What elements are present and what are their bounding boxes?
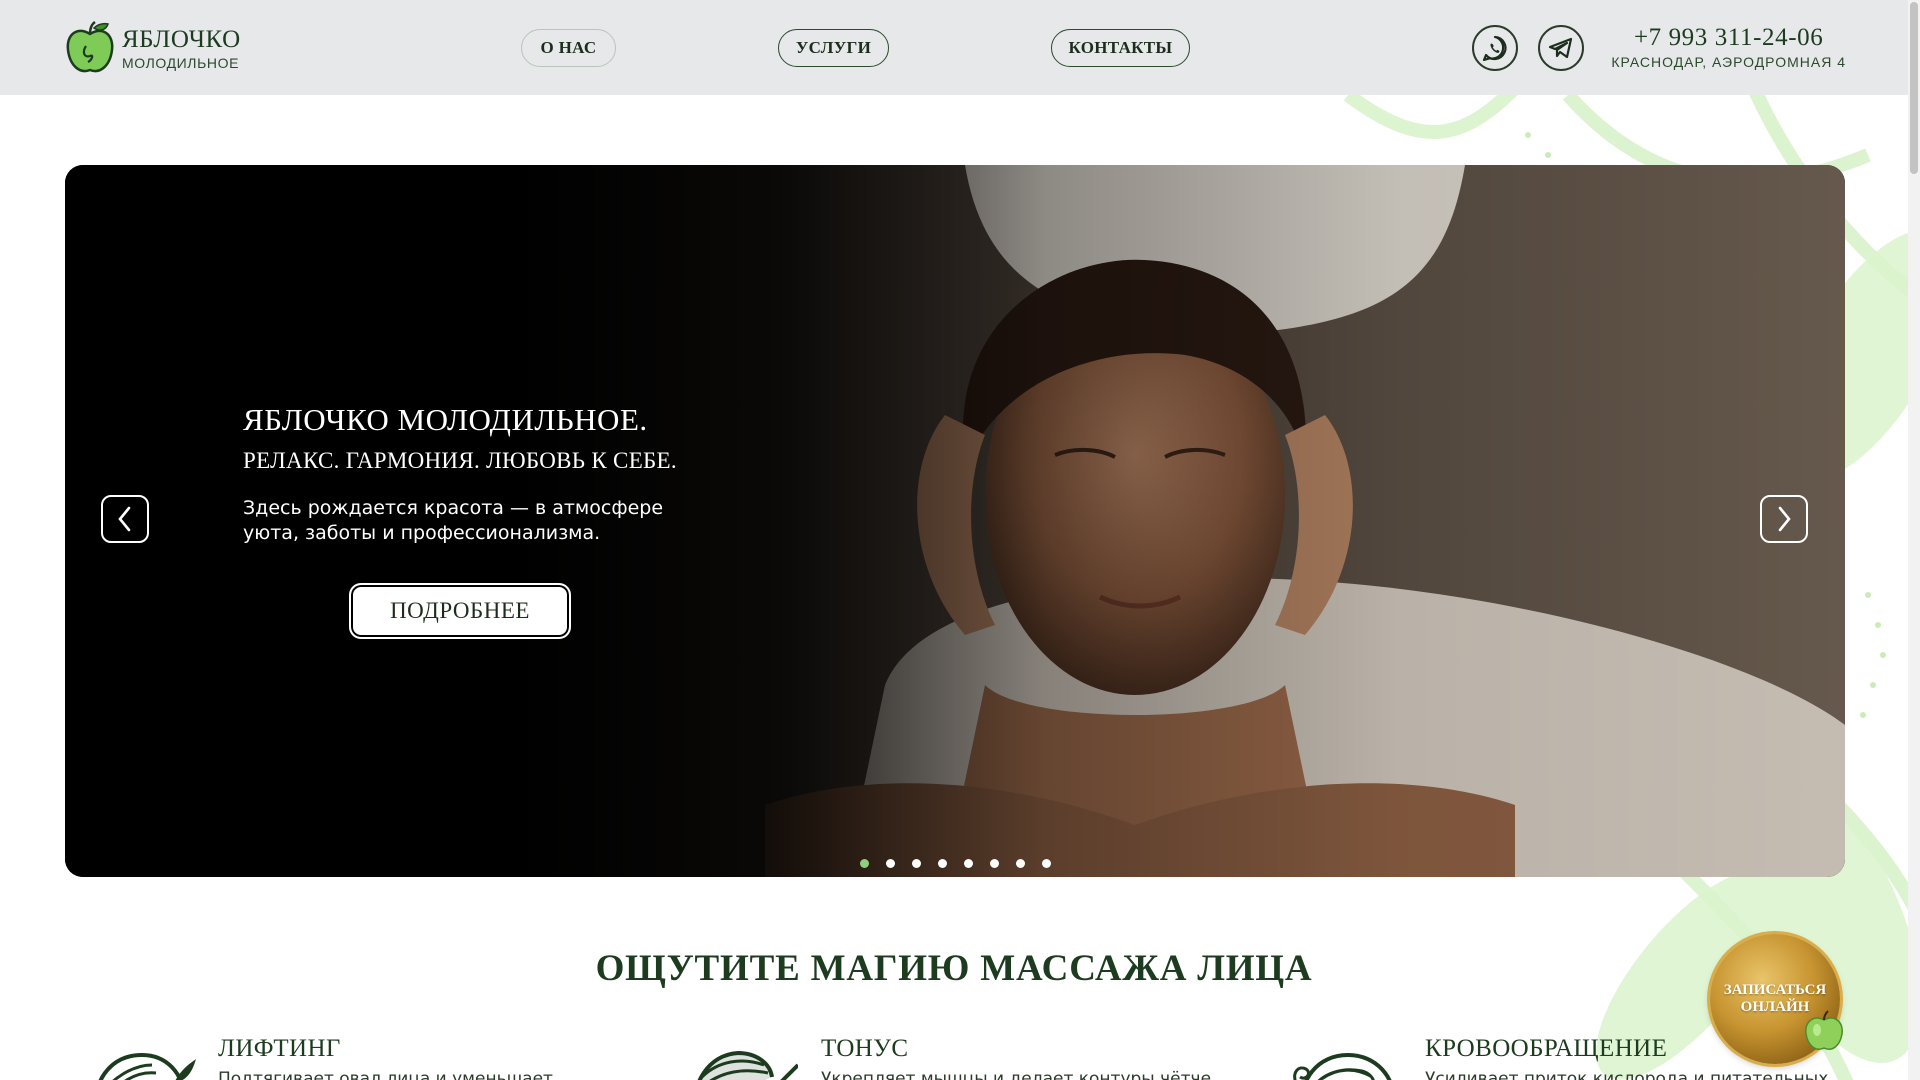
book-online-button[interactable]: ЗАПИСАТЬСЯ ОНЛАЙН [1710,934,1843,1064]
scrollbar-thumb[interactable] [1910,2,1918,174]
hero-slider: ЯБЛОЧКО МОЛОДИЛЬНОЕ. РЕЛАКС. ГАРМОНИЯ. Л… [65,165,1845,877]
hero-title: ЯБЛОЧКО МОЛОДИЛЬНОЕ. [243,402,648,437]
more-details-button[interactable]: ПОДРОБНЕЕ [349,583,571,639]
address-text: КРАСНОДАР, АЭРОДРОМНАЯ 4 [1611,54,1846,70]
face-profile-icon [697,1050,798,1080]
slider-pagination [860,859,1051,868]
nav-about-button[interactable]: О НАС [521,29,616,67]
whatsapp-button[interactable] [1472,25,1518,71]
slider-dot[interactable] [912,859,921,868]
logo-title: ЯБЛОЧКО [122,25,241,53]
section-title: ОЩУТИТЕ МАГИЮ МАССАЖА ЛИЦА [595,948,1313,989]
hero-subtitle: РЕЛАКС. ГАРМОНИЯ. ЛЮБОВЬ К СЕБЕ. [243,448,677,473]
face-leaves-icon [98,1052,196,1080]
chevron-left-icon [118,506,131,532]
slider-dot[interactable] [886,859,895,868]
slider-dot[interactable] [938,859,947,868]
face-swirl-icon [1293,1052,1392,1080]
feature-description-lifting: Подтягивает овал лица и уменьшает [218,1069,553,1080]
hero-description: Здесь рождается красота — в атмосфере ую… [243,497,664,544]
slider-dot[interactable] [860,859,869,868]
slider-dot[interactable] [990,859,999,868]
page-scrollbar[interactable] [1908,0,1920,1080]
slider-dot[interactable] [1042,859,1051,868]
logo-text: ЯБЛОЧКО МОЛОДИЛЬНОЕ [122,27,241,70]
nav-services-button[interactable]: УСЛУГИ [778,29,889,67]
feature-description-tonus: Укрепляет мышцы и делает контуры чётче [821,1069,1212,1080]
slider-next-button[interactable] [1760,495,1808,543]
hero-text: ЯБЛОЧКО МОЛОДИЛЬНОЕ. РЕЛАКС. ГАРМОНИЯ. Л… [243,402,693,546]
logo-subtitle: МОЛОДИЛЬНОЕ [122,54,240,71]
telegram-button[interactable] [1538,25,1584,71]
contact-block: +7 993 311-24-06 КРАСНОДАР, АЭРОДРОМНАЯ … [1611,24,1846,70]
feature-title-tonus: ТОНУС [821,1035,909,1062]
whatsapp-icon [1482,35,1507,62]
feature-description-circulation: Усиливает приток кислорода и питательных [1425,1069,1829,1080]
phone-link[interactable]: +7 993 311-24-06 [1611,24,1846,52]
site-header: ЯБЛОЧКО МОЛОДИЛЬНОЕ О НАС УСЛУГИ КОНТАКТ… [0,0,1908,95]
apple-logo-icon [66,20,114,73]
feature-title-circulation: КРОВООБРАЩЕНИЕ [1425,1035,1668,1062]
feature-title-lifting: ЛИФТИНГ [218,1035,341,1062]
chevron-right-icon [1778,506,1791,532]
slider-dot[interactable] [964,859,973,868]
slider-prev-button[interactable] [101,495,149,543]
green-apple-icon [1805,1010,1843,1050]
logo-link[interactable]: ЯБЛОЧКО МОЛОДИЛЬНОЕ [64,20,241,76]
telegram-icon [1548,37,1573,59]
slider-dot[interactable] [1016,859,1025,868]
nav-contacts-button[interactable]: КОНТАКТЫ [1051,29,1190,67]
